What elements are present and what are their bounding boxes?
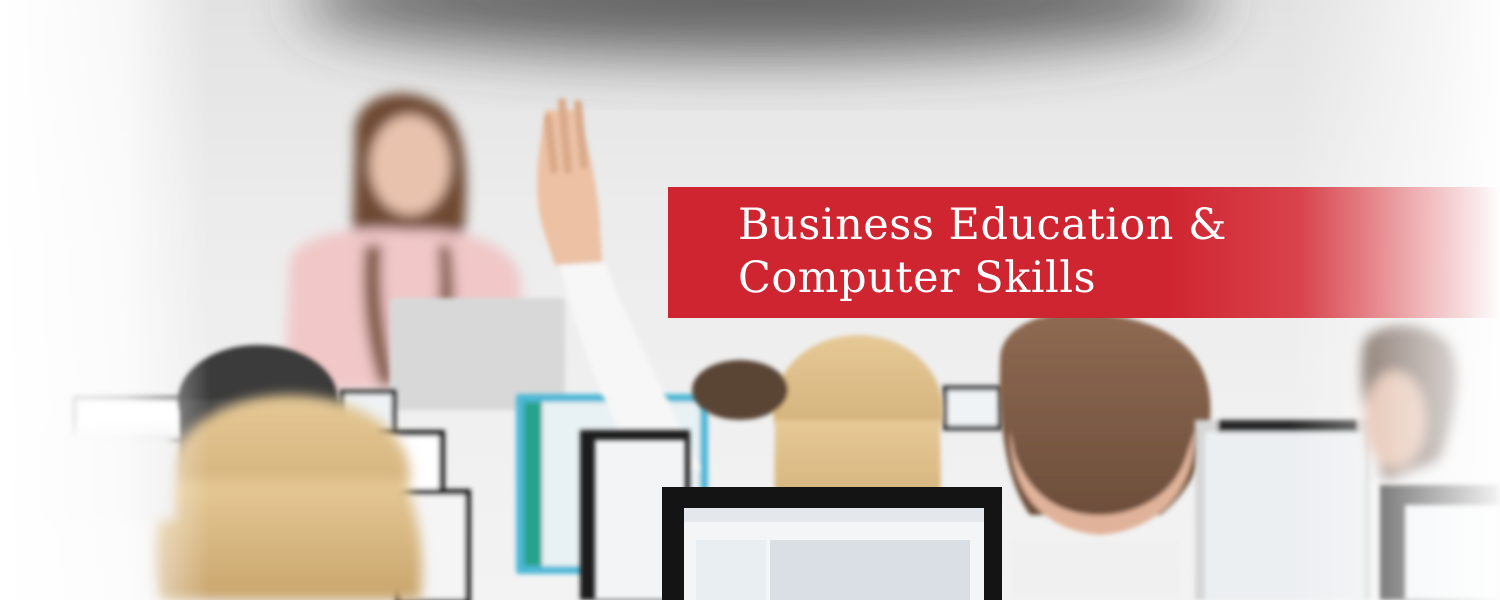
banner-title: Business Education & Computer Skills	[738, 199, 1227, 305]
student-man-right	[999, 312, 1211, 600]
hero-banner: Business Education & Computer Skills	[0, 0, 1500, 600]
title-banner: Business Education & Computer Skills	[668, 187, 1500, 318]
banner-title-line-1: Business Education &	[738, 200, 1227, 250]
banner-title-line-2: Computer Skills	[738, 253, 1097, 303]
